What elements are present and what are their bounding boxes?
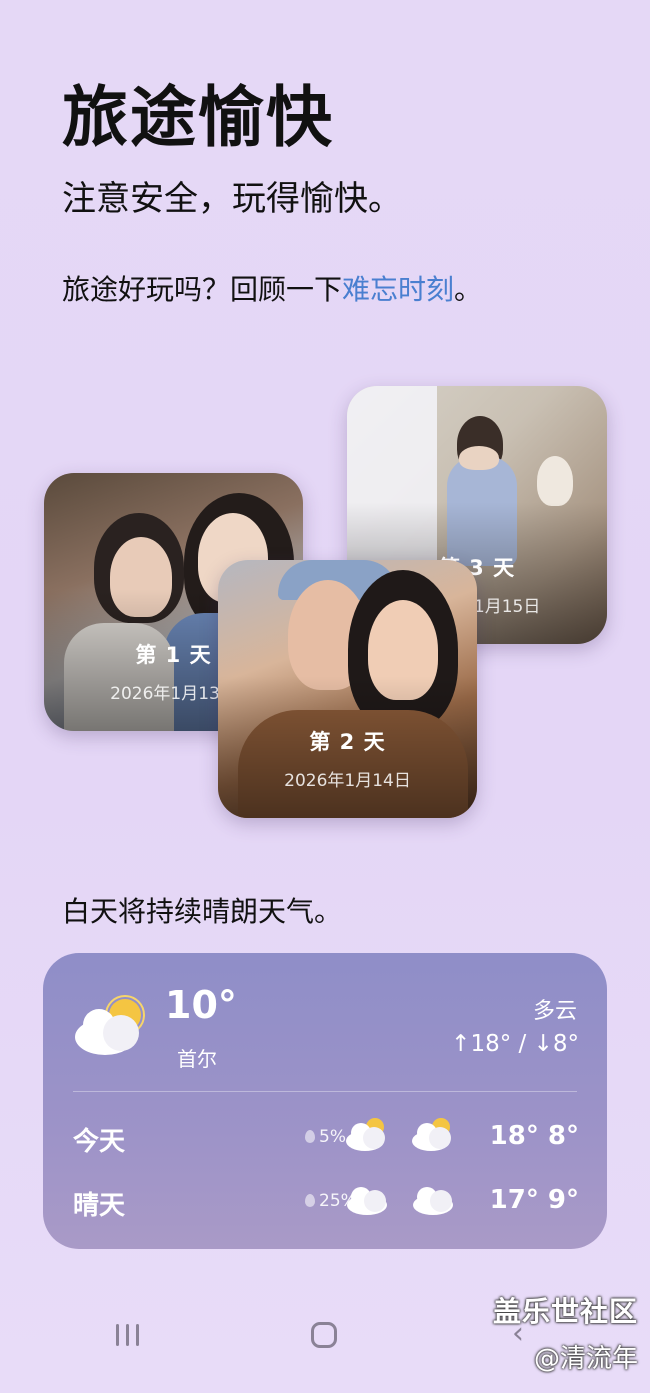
watermark-author: @清流年 bbox=[533, 1344, 638, 1374]
memory-day-label: 第 2 天 bbox=[309, 730, 386, 754]
recent-apps-button[interactable] bbox=[114, 1322, 142, 1348]
weather-widget[interactable]: 10° 首尔 多云 ↑18° / ↓8° 今天 5% 18° 8° 晴天 25% bbox=[43, 953, 607, 1249]
partly-cloudy-icon bbox=[346, 1118, 385, 1151]
home-button[interactable] bbox=[311, 1322, 337, 1348]
memories-link[interactable]: 难忘时刻 bbox=[342, 273, 454, 306]
forecast-day-label: 今天 bbox=[73, 1127, 126, 1157]
city-name: 首尔 bbox=[177, 1047, 217, 1071]
cloud-icon bbox=[347, 1187, 387, 1215]
divider bbox=[73, 1091, 577, 1092]
memories-prompt-text: 旅途好玩吗？回顾一下 bbox=[62, 273, 343, 306]
page-title: 旅途愉快 bbox=[62, 79, 334, 156]
forecast-row: 今天 5% 18° 8° bbox=[73, 1115, 579, 1159]
forecast-day-label: 晴天 bbox=[73, 1191, 126, 1221]
partly-cloudy-icon bbox=[412, 1118, 451, 1151]
weather-caption: 白天将持续晴朗天气。 bbox=[62, 895, 343, 928]
memories-prompt-end: 。 bbox=[454, 273, 483, 306]
watermark: 盖乐世社区 bbox=[492, 1295, 638, 1328]
partly-cloudy-icon bbox=[75, 995, 145, 1055]
cloud-icon bbox=[413, 1187, 453, 1215]
raindrop-icon bbox=[305, 1194, 315, 1207]
forecast-temperatures: 18° 8° bbox=[489, 1121, 579, 1151]
precipitation-value: 5% bbox=[319, 1127, 346, 1147]
current-temperature: 10° bbox=[165, 983, 237, 1027]
memory-card-day-2[interactable]: 第 2 天 2026年1月14日 bbox=[218, 560, 477, 818]
high-low-temperature: ↑18° / ↓8° bbox=[451, 1031, 579, 1057]
memory-date: 2026年1月14日 bbox=[284, 771, 411, 791]
forecast-temperatures: 17° 9° bbox=[489, 1185, 579, 1215]
precipitation: 5% bbox=[305, 1127, 346, 1147]
raindrop-icon bbox=[305, 1130, 315, 1143]
forecast-row: 晴天 25% 17° 9° bbox=[73, 1179, 579, 1223]
memories-prompt: 旅途好玩吗？回顾一下难忘时刻。 bbox=[62, 270, 482, 310]
weather-condition: 多云 bbox=[532, 999, 577, 1024]
page-subtitle: 注意安全，玩得愉快。 bbox=[62, 179, 402, 219]
